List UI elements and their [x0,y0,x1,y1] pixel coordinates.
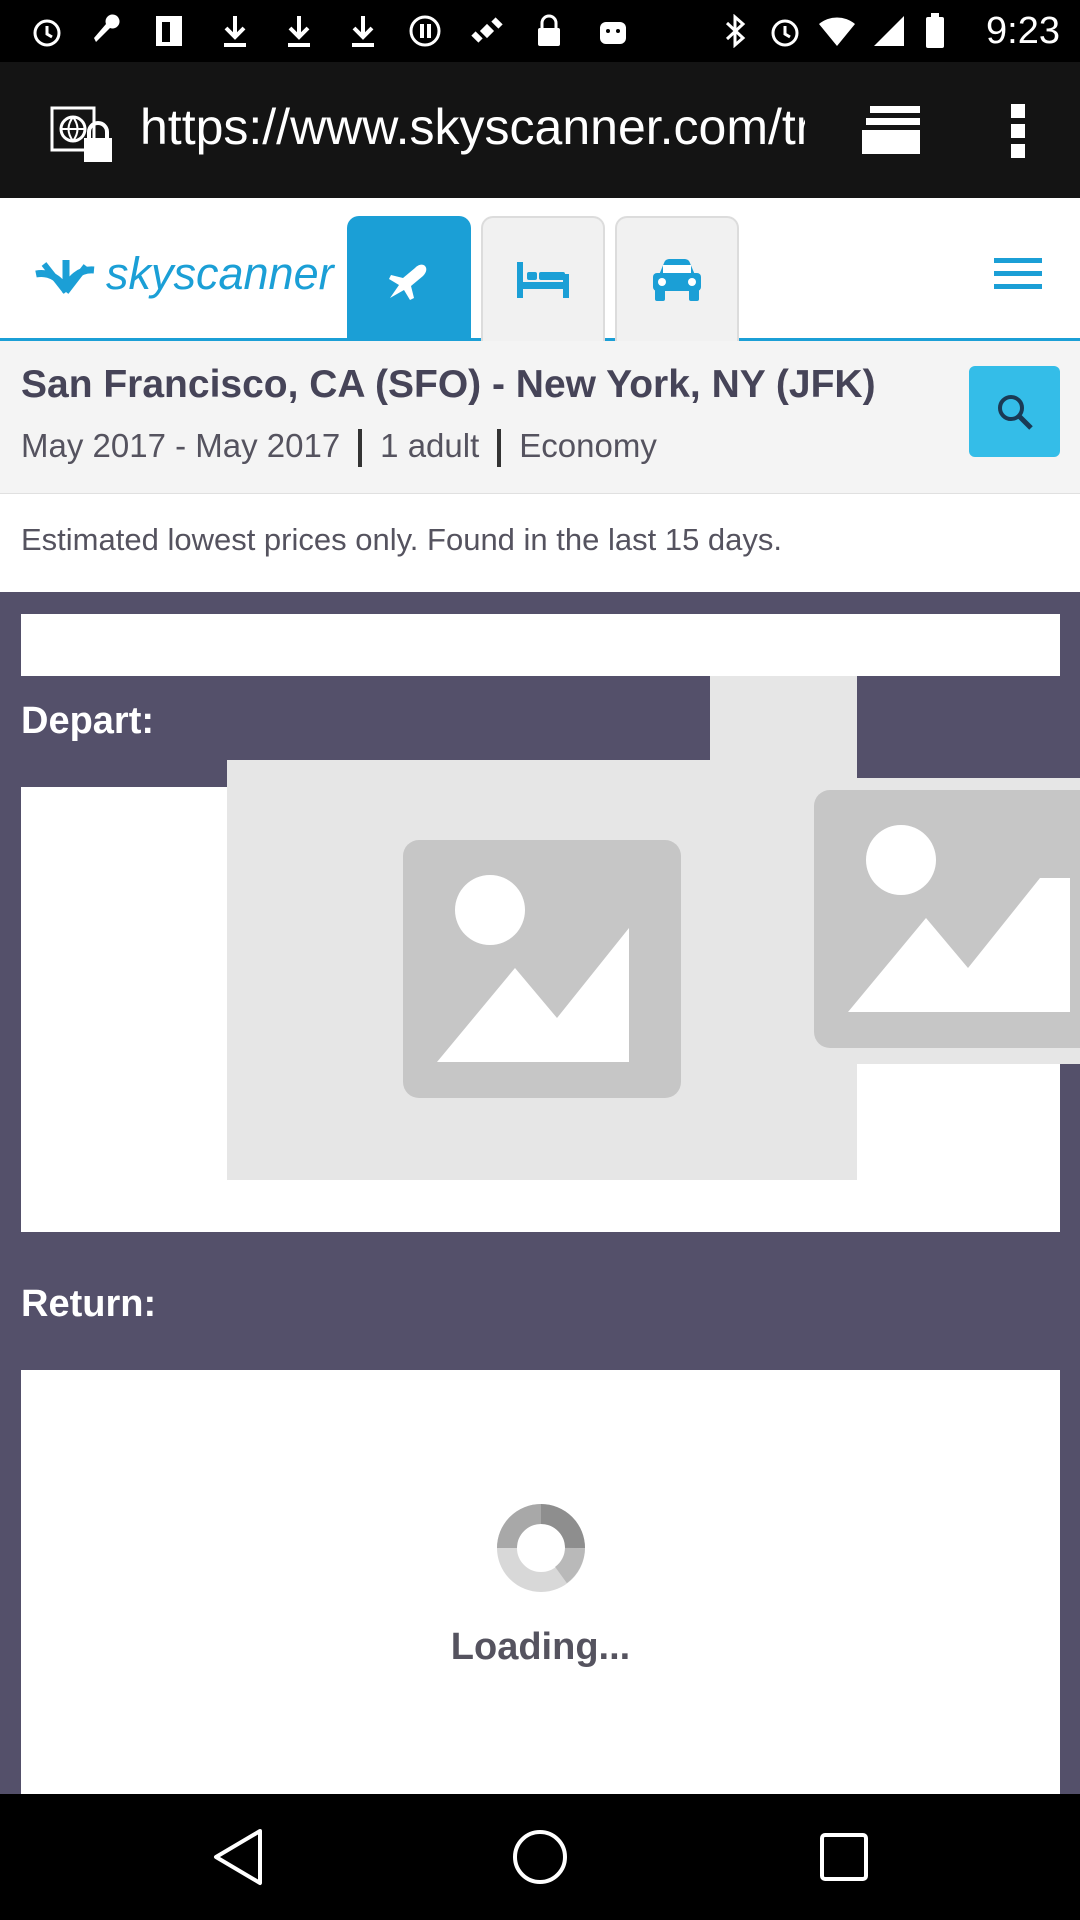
search-icon [997,394,1033,430]
hamburger-icon[interactable] [994,256,1042,292]
signal-icon [870,12,908,50]
loading-spinner-icon [497,1504,585,1592]
satellite-icon [468,12,506,50]
home-button[interactable] [507,1824,573,1890]
bed-icon [517,261,569,298]
tab-car-hire[interactable] [615,216,739,341]
alarm-icon [766,12,804,50]
airplane-icon [389,264,427,300]
home-icon [513,1830,567,1884]
car-icon [653,258,701,301]
depart-top-panel [21,614,1060,676]
android-icon [594,12,632,50]
status-clock: 9:23 [986,10,1060,52]
tabs-stack-icon[interactable] [860,104,924,156]
image-placeholder-icon [403,840,681,1098]
image-placeholder [227,760,857,1180]
divider [358,429,363,468]
alarm-icon [28,12,66,50]
url-text[interactable]: https://www.skyscanner.com/transport/fli… [140,92,805,162]
news-icon [150,12,188,50]
site-security-icon[interactable] [50,104,120,164]
status-bar: 9:23 [0,0,1080,62]
recents-icon [820,1833,868,1881]
system-nav-bar [0,1794,1080,1920]
return-chart-panel: Loading... [21,1370,1060,1794]
divider [497,429,502,468]
loading-text: Loading... [450,1626,631,1668]
search-details: May 2017 - May 2017 1 adult Economy [21,427,657,468]
back-button[interactable] [205,1824,271,1890]
download-icon [216,12,254,50]
cabin-class: Economy [519,427,657,464]
overflow-menu-icon[interactable] [1004,102,1032,160]
bluetooth-icon [716,12,754,50]
wifi-icon [818,12,856,50]
download-icon [344,12,382,50]
lock-icon [530,12,568,50]
return-label: Return: [21,1283,157,1325]
logo-text: skyscanner [106,248,334,299]
image-placeholder [808,778,1080,1064]
price-notice: Estimated lowest prices only. Found in t… [21,522,783,557]
back-icon [214,1829,262,1885]
data-saver-icon [406,12,444,50]
search-button[interactable] [969,366,1060,457]
travel-dates: May 2017 - May 2017 [21,427,341,464]
recents-button[interactable] [811,1824,877,1890]
search-summary[interactable]: San Francisco, CA (SFO) - New York, NY (… [0,341,1080,494]
travellers: 1 adult [380,427,480,464]
browser-url-bar: https://www.skyscanner.com/transport/fli… [0,62,1080,198]
battery-icon [916,12,954,50]
logo-sun-icon [35,260,95,294]
download-icon [280,12,318,50]
skyscanner-logo[interactable]: skyscanner [30,244,334,304]
image-placeholder-icon [814,790,1080,1048]
depart-label: Depart: [21,700,155,742]
site-header: skyscanner [0,198,1080,341]
wrench-icon [88,12,126,50]
tab-flights[interactable] [347,216,471,341]
tab-hotels[interactable] [481,216,605,341]
route-title: San Francisco, CA (SFO) - New York, NY (… [21,363,876,406]
notice-bar: Estimated lowest prices only. Found in t… [0,494,1080,592]
